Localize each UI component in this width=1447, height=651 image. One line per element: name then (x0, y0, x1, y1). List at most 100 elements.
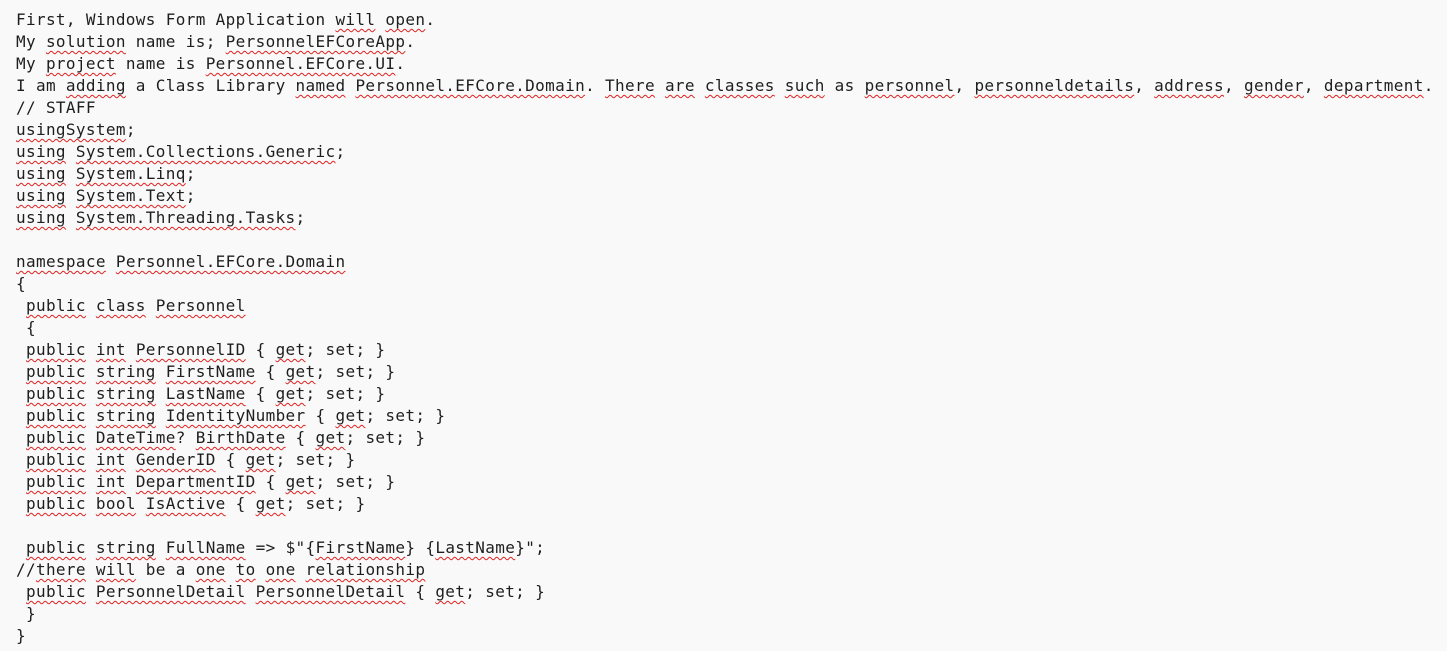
spellcheck-flagged-word[interactable]: public (26, 582, 86, 601)
spellcheck-flagged-word[interactable]: public (26, 406, 86, 425)
spellcheck-flagged-word[interactable]: solution (46, 32, 126, 51)
spellcheck-flagged-word[interactable]: PersonnelEFCoreApp (226, 32, 406, 51)
spellcheck-flagged-word[interactable]: Personnel (156, 296, 246, 315)
spellcheck-flagged-word[interactable]: adding (66, 76, 126, 95)
text-segment: ; set; } (365, 406, 446, 425)
spellcheck-flagged-word[interactable]: LastName (166, 384, 246, 403)
text-segment: { (405, 582, 436, 601)
text-line (16, 515, 1434, 537)
spellcheck-flagged-word[interactable]: get (276, 384, 306, 403)
spellcheck-flagged-word[interactable]: relationship (306, 560, 426, 579)
spellcheck-flagged-word[interactable]: int (96, 340, 126, 359)
spellcheck-flagged-word[interactable]: class (96, 296, 146, 315)
text-segment (136, 494, 146, 513)
text-segment: { (215, 450, 246, 469)
spellcheck-flagged-word[interactable]: public (26, 362, 86, 381)
spellcheck-flagged-word[interactable]: System.Collections.Generic (76, 142, 336, 161)
spellcheck-flagged-word[interactable]: string (96, 406, 156, 425)
spellcheck-flagged-word[interactable]: get (286, 362, 316, 381)
spellcheck-flagged-word[interactable]: namespace (16, 252, 106, 271)
text-segment (16, 428, 26, 447)
spellcheck-flagged-word[interactable]: BirthDate (196, 428, 286, 447)
spellcheck-flagged-word[interactable]: open (385, 10, 425, 29)
spellcheck-flagged-word[interactable]: string (96, 384, 156, 403)
spellcheck-flagged-word[interactable]: FullName (166, 538, 246, 557)
spellcheck-flagged-word[interactable]: public (26, 450, 86, 469)
text-segment (775, 76, 785, 95)
text-segment: My (16, 54, 46, 73)
text-segment (86, 560, 96, 579)
spellcheck-flagged-word[interactable]: classes (705, 76, 775, 95)
spellcheck-flagged-word[interactable]: usingSystem (16, 120, 126, 139)
text-segment: }"; (515, 538, 546, 557)
text-segment: ; set; } (285, 494, 366, 513)
spellcheck-flagged-word[interactable]: will (335, 10, 375, 29)
text-segment (156, 406, 166, 425)
spellcheck-flagged-word[interactable]: one (196, 560, 226, 579)
text-segment: be a (135, 560, 196, 579)
document-body[interactable]: First, Windows Form Application will ope… (16, 9, 1434, 647)
spellcheck-flagged-word[interactable]: will (96, 560, 136, 579)
spellcheck-flagged-word[interactable]: get (276, 340, 306, 359)
spellcheck-flagged-word[interactable]: get (316, 428, 346, 447)
spellcheck-flagged-word[interactable]: using (16, 142, 66, 161)
spellcheck-flagged-word[interactable]: gender (1244, 76, 1304, 95)
spellcheck-flagged-word[interactable]: personneldetails (974, 76, 1134, 95)
spellcheck-flagged-word[interactable]: System.Threading.Tasks (76, 208, 296, 227)
spellcheck-flagged-word[interactable]: public (26, 494, 86, 513)
spellcheck-flagged-word[interactable]: get (286, 472, 316, 491)
spellcheck-flagged-word[interactable]: PersonnelDetail (256, 582, 406, 601)
spellcheck-flagged-word[interactable]: DepartmentID (136, 472, 256, 491)
spellcheck-flagged-word[interactable]: string (96, 362, 156, 381)
spellcheck-flagged-word[interactable]: FirstName (166, 362, 256, 381)
text-segment: ; set; } (345, 428, 426, 447)
spellcheck-flagged-word[interactable]: using (16, 186, 66, 205)
spellcheck-flagged-word[interactable]: GenderID (136, 450, 216, 469)
spellcheck-flagged-word[interactable]: PersonnelDetail (96, 582, 246, 601)
spellcheck-flagged-word[interactable]: one (266, 560, 296, 579)
spellcheck-flagged-word[interactable]: get (246, 450, 276, 469)
text-segment: ? (175, 428, 196, 447)
spellcheck-flagged-word[interactable]: int (96, 450, 126, 469)
spellcheck-flagged-word[interactable]: int (96, 472, 126, 491)
spellcheck-flagged-word[interactable]: PersonnelID (136, 340, 246, 359)
text-segment: { (255, 362, 286, 381)
text-line: using System.Linq; (16, 163, 1434, 185)
spellcheck-flagged-word[interactable]: public (26, 428, 86, 447)
spellcheck-flagged-word[interactable]: using (16, 164, 66, 183)
spellcheck-flagged-word[interactable]: get (435, 582, 465, 601)
spellcheck-flagged-word[interactable]: IsActive (146, 494, 226, 513)
spellcheck-flagged-word[interactable]: LastName (435, 538, 515, 557)
spellcheck-flagged-word[interactable]: public (26, 384, 86, 403)
spellcheck-flagged-word[interactable]: FirstName (316, 538, 406, 557)
spellcheck-flagged-word[interactable]: department (1324, 76, 1424, 95)
spellcheck-flagged-word[interactable]: public (26, 538, 86, 557)
spellcheck-flagged-word[interactable]: DateTime (96, 428, 176, 447)
spellcheck-flagged-word[interactable]: using (16, 208, 66, 227)
spellcheck-flagged-word[interactable]: get (335, 406, 365, 425)
spellcheck-flagged-word[interactable]: Personnel.EFCore.Domain (355, 76, 585, 95)
spellcheck-flagged-word[interactable]: get (256, 494, 286, 513)
spellcheck-flagged-word[interactable]: such (785, 76, 825, 95)
spellcheck-flagged-word[interactable]: Personnel.EFCore.Domain (116, 252, 346, 271)
spellcheck-flagged-word[interactable]: bool (96, 494, 136, 513)
spellcheck-flagged-word[interactable]: named (296, 76, 346, 95)
spellcheck-flagged-word[interactable]: System.Text (76, 186, 186, 205)
spellcheck-flagged-word[interactable]: public (26, 296, 86, 315)
spellcheck-flagged-word[interactable]: string (96, 538, 156, 557)
spellcheck-flagged-word[interactable]: there (36, 560, 86, 579)
text-segment (86, 384, 96, 403)
spellcheck-flagged-word[interactable]: to (236, 560, 256, 579)
spellcheck-flagged-word[interactable]: IdentityNumber (166, 406, 306, 425)
spellcheck-flagged-word[interactable]: public (26, 340, 86, 359)
spellcheck-flagged-word[interactable]: There (605, 76, 655, 95)
spellcheck-flagged-word[interactable]: project (46, 54, 116, 73)
spellcheck-flagged-word[interactable]: personnel (865, 76, 955, 95)
spellcheck-flagged-word[interactable]: address (1154, 76, 1224, 95)
spellcheck-flagged-word[interactable]: public (26, 472, 86, 491)
text-line: My solution name is; PersonnelEFCoreApp. (16, 31, 1434, 53)
spellcheck-flagged-word[interactable]: System.Linq (76, 164, 186, 183)
text-segment: ; set; } (315, 472, 396, 491)
spellcheck-flagged-word[interactable]: are (665, 76, 695, 95)
spellcheck-flagged-word[interactable]: Personnel.EFCore.UI (206, 54, 396, 73)
